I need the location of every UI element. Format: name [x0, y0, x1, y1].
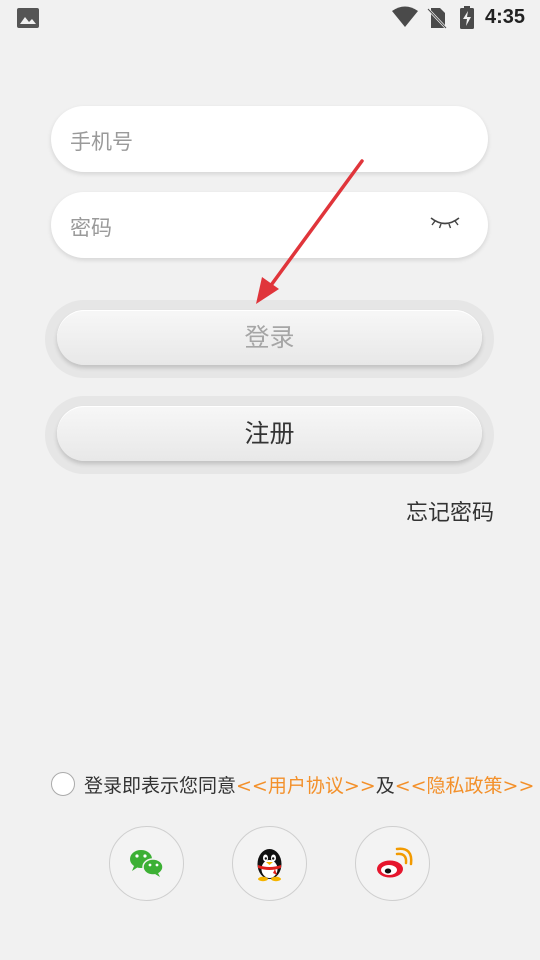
eye-closed-icon[interactable]: [429, 215, 461, 231]
phone-input[interactable]: 手机号: [51, 106, 488, 172]
wechat-icon: [130, 850, 164, 877]
status-bar: 4:35: [0, 0, 540, 36]
register-button[interactable]: 注册: [57, 406, 482, 461]
qq-icon: [257, 849, 282, 882]
phone-placeholder: 手机号: [70, 130, 133, 154]
status-time: 4:35: [485, 6, 526, 28]
login-button-container: 登录: [45, 300, 494, 378]
privacy-policy-link[interactable]: <<隐私政策>>: [395, 775, 535, 797]
agreement-conjunction: 及: [375, 775, 395, 797]
user-agreement-link[interactable]: <<用户协议>>: [236, 775, 376, 797]
weibo-login-button[interactable]: [355, 826, 430, 901]
weibo-icon: [377, 847, 413, 878]
password-placeholder: 密码: [70, 216, 112, 240]
wechat-login-button[interactable]: [109, 826, 184, 901]
qq-login-button[interactable]: [232, 826, 307, 901]
battery-charging-icon: [460, 6, 474, 29]
wifi-icon: [392, 6, 418, 27]
gallery-icon: [17, 8, 39, 28]
agreement-text: 登录即表示您同意<<用户协议>>及<<隐私政策>>: [84, 771, 534, 798]
forgot-password-link[interactable]: 忘记密码: [406, 495, 494, 527]
agreement-prefix: 登录即表示您同意: [84, 775, 237, 797]
login-button[interactable]: 登录: [57, 310, 482, 365]
agreement-checkbox[interactable]: [51, 772, 75, 796]
password-input[interactable]: 密码: [51, 192, 488, 258]
no-sim-icon: [427, 8, 447, 29]
register-button-container: 注册: [45, 396, 494, 474]
